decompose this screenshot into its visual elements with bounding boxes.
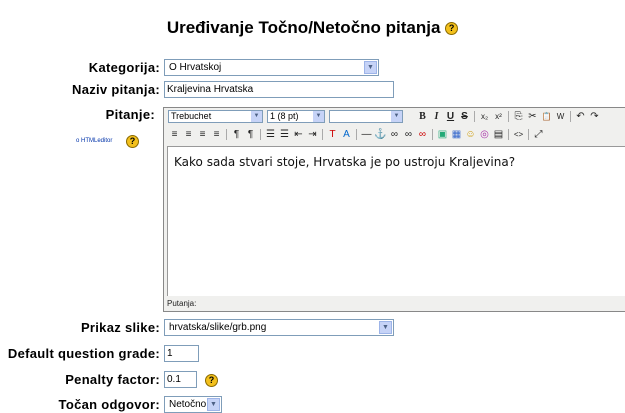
- align-center-icon[interactable]: ≡: [182, 128, 195, 141]
- editor-toolbar-row-1: Trebuchet ▼ 1 (8 pt) ▼ ▼ B I U S x₂ x² ⎘…: [164, 108, 625, 126]
- default-grade-label: Default question grade:: [7, 346, 160, 361]
- chevron-down-icon: ▼: [207, 398, 220, 411]
- nolink-icon[interactable]: ∞: [416, 128, 429, 141]
- unlink-icon[interactable]: ∞: [402, 128, 415, 141]
- bold-button[interactable]: B: [416, 110, 429, 123]
- special-char-icon[interactable]: ◎: [478, 128, 491, 141]
- horizontal-rule-icon[interactable]: —: [360, 128, 373, 141]
- anchor-icon[interactable]: ⚓: [374, 128, 387, 141]
- search-replace-icon[interactable]: ▤: [492, 128, 505, 141]
- undo-icon[interactable]: ↶: [574, 110, 587, 123]
- page-title: Uređivanje Točno/Netočno pitanja ?: [0, 18, 625, 38]
- insert-image-icon[interactable]: ▣: [436, 128, 449, 141]
- question-name-input[interactable]: Kraljevina Hrvatska: [164, 81, 394, 98]
- insert-table-icon[interactable]: ▦: [450, 128, 463, 141]
- outdent-icon[interactable]: ⇤: [292, 128, 305, 141]
- ltr-icon[interactable]: ¶: [230, 128, 243, 141]
- correct-answer-select[interactable]: Netočno ▼: [164, 396, 222, 413]
- redo-icon[interactable]: ↷: [588, 110, 601, 123]
- toolbar-separator: [528, 129, 529, 140]
- question-text-content: Kako sada stvari stoje, Hrvatska je po u…: [174, 155, 516, 169]
- toolbar-separator: [260, 129, 261, 140]
- chevron-down-icon: ▼: [379, 321, 392, 334]
- image-select-value: hrvatska/slike/grb.png: [169, 322, 267, 333]
- heading-select[interactable]: ▼: [329, 110, 403, 123]
- question-text-label: Pitanje:: [105, 107, 155, 122]
- editor-toolbar-row-2: ≡ ≡ ≡ ≡ ¶ ¶ ☰ ☰ ⇤ ⇥ T A — ⚓ ∞ ∞ ∞ ▣ ▦ ☺ …: [164, 126, 625, 144]
- toolbar-separator: [432, 129, 433, 140]
- toolbar-separator: [570, 111, 571, 122]
- image-select[interactable]: hrvatska/slike/grb.png ▼: [164, 319, 394, 336]
- background-color-icon[interactable]: A: [340, 128, 353, 141]
- html-editor-link[interactable]: o HTMLeditor: [76, 138, 112, 144]
- correct-answer-value: Netočno: [169, 399, 207, 410]
- category-select-value: O Hrvatskoj: [169, 62, 222, 73]
- superscript-button[interactable]: x²: [492, 110, 505, 123]
- page-title-text: Uređivanje Točno/Netočno pitanja: [166, 18, 441, 37]
- chevron-down-icon: ▼: [391, 111, 402, 122]
- category-label: Kategorija:: [88, 60, 160, 75]
- link-icon[interactable]: ∞: [388, 128, 401, 141]
- italic-button[interactable]: I: [430, 110, 443, 123]
- fullscreen-icon[interactable]: ⤢: [532, 128, 545, 141]
- help-icon[interactable]: ?: [205, 374, 218, 387]
- cut-icon[interactable]: ✂: [526, 110, 539, 123]
- toolbar-separator: [322, 129, 323, 140]
- chevron-down-icon: ▼: [251, 111, 262, 122]
- paste-word-icon[interactable]: W: [554, 110, 567, 123]
- toolbar-separator: [508, 111, 509, 122]
- penalty-input[interactable]: 0.1: [164, 371, 197, 388]
- chevron-down-icon: ▼: [313, 111, 324, 122]
- unordered-list-icon[interactable]: ☰: [278, 128, 291, 141]
- copy-icon[interactable]: ⎘: [512, 110, 525, 123]
- font-family-select[interactable]: Trebuchet ▼: [168, 110, 263, 123]
- question-name-label: Naziv pitanja:: [72, 82, 160, 97]
- toolbar-separator: [356, 129, 357, 140]
- subscript-button[interactable]: x₂: [478, 110, 491, 123]
- chevron-down-icon: ▼: [364, 61, 377, 74]
- help-icon[interactable]: ?: [126, 135, 139, 148]
- editor-path: Putanja:: [167, 299, 197, 308]
- default-grade-input[interactable]: 1: [164, 345, 199, 362]
- align-left-icon[interactable]: ≡: [168, 128, 181, 141]
- category-select[interactable]: O Hrvatskoj ▼: [164, 59, 379, 76]
- penalty-label: Penalty factor:: [65, 372, 160, 387]
- toolbar-separator: [226, 129, 227, 140]
- toolbar-separator: [474, 111, 475, 122]
- ordered-list-icon[interactable]: ☰: [264, 128, 277, 141]
- html-source-icon[interactable]: <>: [512, 128, 525, 141]
- rtl-icon[interactable]: ¶: [244, 128, 257, 141]
- align-right-icon[interactable]: ≡: [196, 128, 209, 141]
- toolbar-separator: [508, 129, 509, 140]
- html-editor: Trebuchet ▼ 1 (8 pt) ▼ ▼ B I U S x₂ x² ⎘…: [163, 107, 625, 312]
- image-label: Prikaz slike:: [80, 320, 160, 335]
- indent-icon[interactable]: ⇥: [306, 128, 319, 141]
- question-text-area[interactable]: Kako sada stvari stoje, Hrvatska je po u…: [167, 146, 625, 296]
- font-size-select[interactable]: 1 (8 pt) ▼: [267, 110, 325, 123]
- align-justify-icon[interactable]: ≡: [210, 128, 223, 141]
- text-color-icon[interactable]: T: [326, 128, 339, 141]
- smiley-icon[interactable]: ☺: [464, 128, 477, 141]
- underline-button[interactable]: U: [444, 110, 457, 123]
- paste-icon[interactable]: 📋: [540, 110, 553, 123]
- strikethrough-button[interactable]: S: [458, 110, 471, 123]
- help-icon[interactable]: ?: [445, 22, 459, 36]
